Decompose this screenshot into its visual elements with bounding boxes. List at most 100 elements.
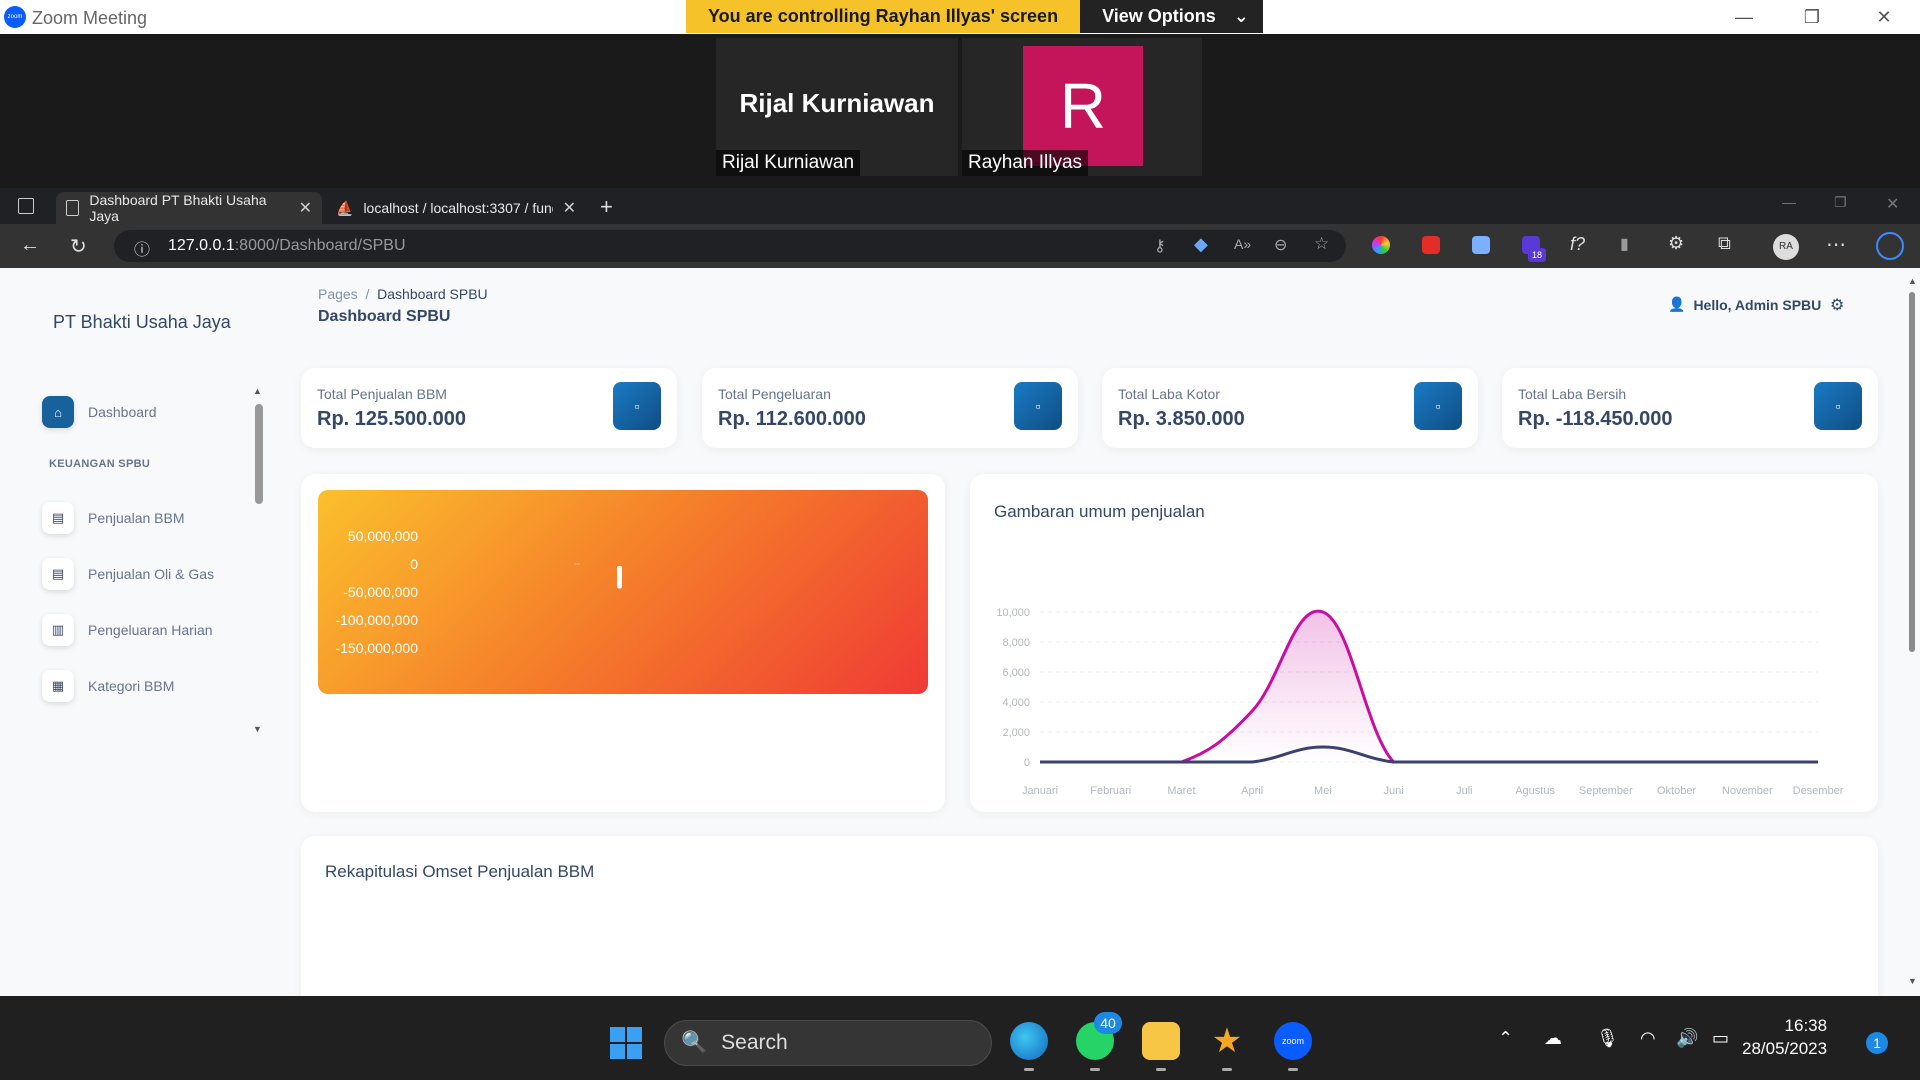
- bing-chat-icon[interactable]: [1876, 232, 1904, 260]
- file-explorer-icon[interactable]: [1142, 1022, 1180, 1060]
- scroll-down-icon[interactable]: ▼: [253, 724, 262, 734]
- video-strip: Rijal Kurniawan Rijal Kurniawan R Rayhan…: [0, 34, 1920, 188]
- y-tick-label: -50,000,000: [343, 584, 418, 600]
- close-icon[interactable]: ✕: [1886, 194, 1899, 214]
- extensions-puzzle-icon[interactable]: ⚙: [1668, 233, 1684, 254]
- zoom-app-icon[interactable]: zoom: [1274, 1022, 1312, 1060]
- sidebar-item-penjualan-oli-gas[interactable]: ▤ Penjualan Oli & Gas: [42, 558, 214, 590]
- line-chart-card: Gambaran umum penjualan 10,000 8,000 6,000…: [970, 474, 1878, 812]
- url-host: 127.0.0.1: [168, 237, 235, 254]
- back-arrow-icon[interactable]: ←: [20, 234, 40, 257]
- breadcrumb-root[interactable]: Pages: [318, 286, 358, 302]
- y-tick-label: 0: [410, 556, 418, 572]
- favorite-star-icon[interactable]: ☆: [1314, 234, 1329, 254]
- profile-avatar[interactable]: RA: [1773, 234, 1799, 260]
- info-icon[interactable]: ⓘ: [134, 236, 150, 260]
- stat-card: Total Pengeluaran Rp. 112.600.000 ▫: [702, 368, 1078, 448]
- y-tick-label: 0: [1024, 757, 1030, 769]
- onedrive-cloud-icon[interactable]: ☁: [1544, 1028, 1562, 1049]
- edge-icon[interactable]: [1010, 1022, 1048, 1060]
- participant-display-name: Rijal Kurniawan: [739, 88, 935, 118]
- sidebar-item-dashboard[interactable]: ⌂ Dashboard: [42, 396, 157, 428]
- participant-tile[interactable]: R Rayhan Illyas: [962, 38, 1202, 176]
- bar-chart-card: 50,000,000 0 -50,000,000 -100,000,000 -150,0…: [301, 474, 945, 812]
- tab-title: localhost / localhost:3307 / fund: [363, 200, 553, 216]
- minimize-icon[interactable]: —: [1782, 194, 1796, 210]
- youtube-extension-icon[interactable]: [1422, 236, 1440, 254]
- x-tick-label: Februari: [1090, 785, 1131, 797]
- home-icon: ⌂: [42, 396, 74, 428]
- sidebar-item-pengeluaran-harian[interactable]: ▥ Pengeluaran Harian: [42, 614, 213, 646]
- read-aloud-icon[interactable]: A»: [1234, 236, 1251, 252]
- tab-phpmyadmin[interactable]: ⛵ localhost / localhost:3307 / fund ✕: [326, 192, 586, 224]
- user-menu[interactable]: 👤 Hello, Admin SPBU: [1668, 296, 1821, 313]
- key-icon[interactable]: ⚷: [1154, 236, 1166, 256]
- x-tick-label: November: [1722, 785, 1773, 797]
- stat-icon: ▫: [1414, 382, 1462, 430]
- stat-label: Total Laba Kotor: [1118, 386, 1220, 402]
- x-tick-label: Desember: [1793, 785, 1844, 797]
- address-bar[interactable]: ⓘ 127.0.0.1:8000/Dashboard/SPBU ⚷ ◆ A» ⊖…: [114, 230, 1346, 262]
- notification-badge[interactable]: 1: [1866, 1032, 1888, 1054]
- page-scroll-thumb[interactable]: [1909, 292, 1915, 652]
- x-tick-label: April: [1241, 785, 1263, 797]
- x-tick-label: Maret: [1167, 785, 1195, 797]
- bottle-extension-icon[interactable]: ▮: [1620, 234, 1629, 254]
- x-tick-label: Januari: [1022, 785, 1058, 797]
- scroll-up-icon[interactable]: ▲: [1908, 276, 1917, 286]
- page-scrollbar[interactable]: ▲: [1908, 276, 1917, 656]
- chevron-down-icon: ⌄: [1233, 6, 1249, 26]
- tab-dashboard[interactable]: Dashboard PT Bhakti Usaha Jaya ✕: [56, 192, 322, 224]
- document-extension-icon[interactable]: [1472, 236, 1490, 254]
- x-tick-label: Agustus: [1515, 785, 1555, 797]
- refresh-icon[interactable]: ↻: [70, 234, 87, 259]
- participant-tile[interactable]: Rijal Kurniawan Rijal Kurniawan: [716, 38, 958, 176]
- clock[interactable]: 16:38 28/05/2023: [1742, 1014, 1827, 1060]
- y-tick-label: 50,000,000: [348, 528, 418, 544]
- wifi-icon[interactable]: ◠: [1640, 1028, 1656, 1049]
- taskbar-search[interactable]: 🔍 Search: [664, 1020, 992, 1066]
- more-menu-icon[interactable]: ⋯: [1826, 232, 1846, 257]
- phpmyadmin-icon: ⛵: [336, 199, 354, 216]
- gear-icon[interactable]: ⚙: [1830, 295, 1844, 315]
- formula-extension-icon[interactable]: f?: [1570, 234, 1585, 255]
- participant-label: Rijal Kurniawan: [716, 150, 861, 176]
- clock-time: 16:38: [1784, 1016, 1828, 1035]
- new-tab-icon[interactable]: +: [600, 194, 613, 220]
- x-tick-label: Juli: [1456, 785, 1473, 797]
- y-tick-label: 2,000: [1002, 727, 1030, 739]
- view-options-button[interactable]: View Options ⌄: [1080, 0, 1263, 33]
- series-line: [1040, 745, 1818, 764]
- sidebar-item-penjualan-bbm[interactable]: ▤ Penjualan BBM: [42, 502, 185, 534]
- tray-overflow-icon[interactable]: ⌃: [1498, 1028, 1513, 1049]
- wallet-icon: ▥: [42, 614, 74, 646]
- close-tab-icon[interactable]: ✕: [299, 198, 312, 218]
- stat-label: Total Laba Bersih: [1518, 386, 1627, 402]
- coupon-tag-icon[interactable]: ◆: [1194, 234, 1208, 255]
- sidebar-scrollbar[interactable]: [255, 404, 263, 504]
- start-button[interactable]: [610, 1027, 642, 1059]
- tab-actions-icon[interactable]: [18, 198, 34, 214]
- battery-icon[interactable]: ▭: [1712, 1028, 1729, 1049]
- stat-card: Total Laba Bersih Rp. -118.450.000 ▫: [1502, 368, 1878, 448]
- web-page: PT Bhakti Usaha Jaya ⌂ Dashboard KEUANGA…: [0, 268, 1920, 996]
- star-app-icon[interactable]: ★: [1208, 1022, 1246, 1060]
- bar-chart: 50,000,000 0 -50,000,000 -100,000,000 -150,0…: [335, 528, 622, 656]
- scroll-down-icon[interactable]: ▼: [1908, 976, 1917, 986]
- minimize-button[interactable]: —: [1724, 4, 1764, 30]
- close-tab-icon[interactable]: ✕: [563, 198, 576, 218]
- page-title: Dashboard SPBU: [318, 308, 451, 325]
- stat-label: Total Pengeluaran: [718, 386, 831, 402]
- sidebar-item-kategori-bbm[interactable]: ▦ Kategori BBM: [42, 670, 174, 702]
- speaker-icon[interactable]: 🔊: [1676, 1028, 1698, 1049]
- restore-icon[interactable]: ❐: [1834, 194, 1847, 211]
- close-button[interactable]: ✕: [1864, 4, 1904, 30]
- collections-icon[interactable]: ⧉: [1718, 233, 1731, 254]
- brand-name[interactable]: PT Bhakti Usaha Jaya: [53, 312, 231, 333]
- restore-button[interactable]: ❐: [1792, 4, 1832, 30]
- zoom-out-icon[interactable]: ⊖: [1274, 235, 1287, 255]
- url-text[interactable]: 127.0.0.1:8000/Dashboard/SPBU: [168, 237, 406, 255]
- microphone-icon[interactable]: 🎙: [1596, 1028, 1619, 1049]
- color-picker-extension-icon[interactable]: [1372, 236, 1390, 254]
- scroll-up-icon[interactable]: ▲: [253, 386, 262, 396]
